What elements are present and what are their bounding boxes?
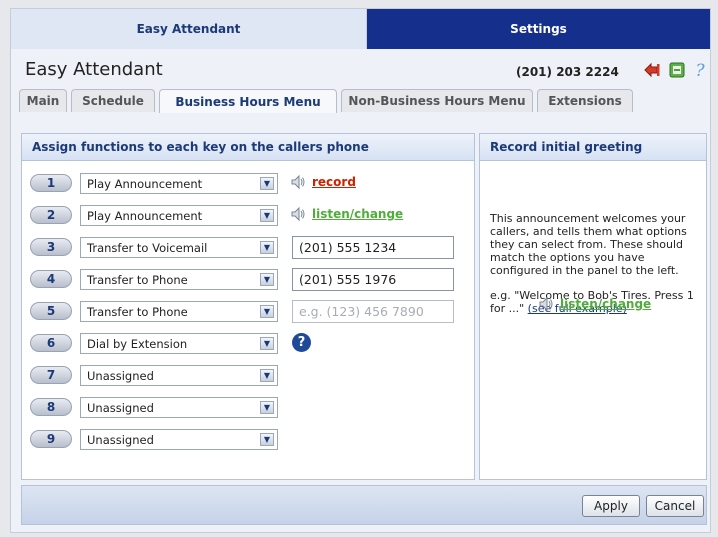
greeting-panel: Record initial greeting This announcemen… — [479, 133, 707, 480]
speaker-icon — [538, 296, 554, 312]
speaker-icon — [290, 174, 306, 190]
chevron-down-icon: ▼ — [260, 209, 274, 222]
chevron-down-icon: ▼ — [260, 305, 274, 318]
key-1-button[interactable]: 1 — [30, 174, 72, 192]
key-5-function-select[interactable]: Transfer to Phone ▼ — [80, 301, 278, 322]
key-assignment-heading: Assign functions to each key on the call… — [22, 134, 474, 161]
chevron-down-icon: ▼ — [260, 177, 274, 190]
help-icon[interactable]: ? — [691, 61, 709, 81]
chevron-down-icon: ▼ — [260, 401, 274, 414]
record-link[interactable]: record — [312, 175, 356, 189]
chevron-down-icon: ▼ — [260, 433, 274, 446]
key-7-button[interactable]: 7 — [30, 366, 72, 384]
action-footer: Apply Cancel — [21, 485, 707, 525]
greeting-text: This announcement welcomes your callers,… — [490, 212, 687, 277]
key-6-function-select[interactable]: Dial by Extension ▼ — [80, 333, 278, 354]
key-1-function-select[interactable]: Play Announcement ▼ — [80, 173, 278, 194]
tab-non-business-hours-menu[interactable]: Non-Business Hours Menu — [341, 89, 533, 112]
subtab-bar: Main Schedule Business Hours Menu Non-Bu… — [19, 89, 710, 113]
key-8-button[interactable]: 8 — [30, 398, 72, 416]
tab-main[interactable]: Main — [19, 89, 67, 112]
key-5-phone-field[interactable] — [292, 300, 454, 323]
key-3-button[interactable]: 3 — [30, 238, 72, 256]
chevron-down-icon: ▼ — [260, 241, 274, 254]
tab-schedule[interactable]: Schedule — [71, 89, 155, 112]
key-4-phone-field[interactable] — [292, 268, 454, 291]
key-7-function-select[interactable]: Unassigned ▼ — [80, 365, 278, 386]
tab-settings[interactable]: Settings — [367, 9, 710, 49]
key-4-function-select[interactable]: Transfer to Phone ▼ — [80, 269, 278, 290]
export-icon[interactable] — [668, 61, 686, 79]
tab-business-hours-menu[interactable]: Business Hours Menu — [159, 89, 337, 113]
key-3-phone-field[interactable] — [292, 236, 454, 259]
key-5-button[interactable]: 5 — [30, 302, 72, 320]
key-6-button[interactable]: 6 — [30, 334, 72, 352]
tab-extensions[interactable]: Extensions — [537, 89, 633, 112]
chevron-down-icon: ▼ — [260, 337, 274, 350]
chevron-down-icon: ▼ — [260, 273, 274, 286]
tab-easy-attendant[interactable]: Easy Attendant — [11, 9, 367, 49]
apply-button[interactable]: Apply — [582, 495, 640, 517]
greeting-heading: Record initial greeting — [480, 134, 706, 161]
top-nav: Easy Attendant Settings — [11, 9, 710, 49]
key-9-function-select[interactable]: Unassigned ▼ — [80, 429, 278, 450]
key-2-button[interactable]: 2 — [30, 206, 72, 224]
title-bar: Easy Attendant (201) 203 2224 ? — [11, 49, 710, 89]
key-2-function-select[interactable]: Play Announcement ▼ — [80, 205, 278, 226]
key-4-button[interactable]: 4 — [30, 270, 72, 288]
greeting-listen-change-link[interactable]: listen/change — [560, 297, 651, 311]
chevron-down-icon: ▼ — [260, 369, 274, 382]
svg-text:?: ? — [695, 61, 705, 79]
logout-icon[interactable] — [643, 61, 661, 79]
key-8-function-select[interactable]: Unassigned ▼ — [80, 397, 278, 418]
cancel-button[interactable]: Cancel — [646, 495, 704, 517]
listen-change-link[interactable]: listen/change — [312, 207, 403, 221]
key-9-button[interactable]: 9 — [30, 430, 72, 448]
key-3-function-select[interactable]: Transfer to Voicemail ▼ — [80, 237, 278, 258]
page-title: Easy Attendant — [25, 59, 163, 80]
phone-number: (201) 203 2224 — [516, 65, 619, 79]
easy-attendant-window: Easy Attendant Settings Easy Attendant (… — [10, 8, 711, 533]
key-assignment-panel: Assign functions to each key on the call… — [21, 133, 475, 480]
question-icon[interactable]: ? — [292, 333, 311, 352]
speaker-icon — [290, 206, 306, 222]
